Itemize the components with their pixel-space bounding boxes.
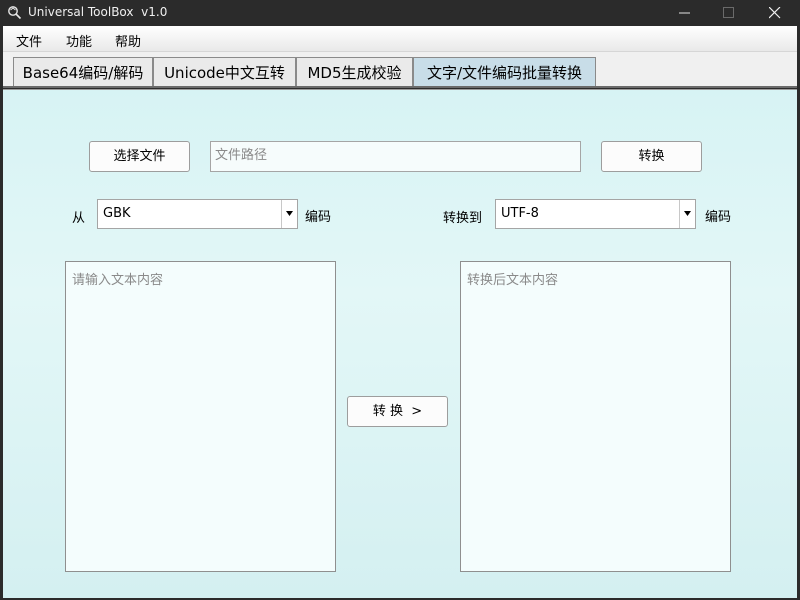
close-icon xyxy=(769,7,781,19)
tab-divider xyxy=(0,86,800,88)
menu-file[interactable]: 文件 xyxy=(16,31,42,50)
menu-function[interactable]: 功能 xyxy=(66,31,92,50)
source-encoding-select[interactable]: GBK xyxy=(97,199,298,229)
target-encoding-value: UTF-8 xyxy=(501,206,539,221)
title-bar[interactable]: Universal ToolBox v1.0 xyxy=(0,0,800,26)
input-text-area[interactable]: 请输入文本内容 xyxy=(65,261,336,572)
menu-help[interactable]: 帮助 xyxy=(115,31,141,50)
minimize-icon xyxy=(679,12,690,14)
from-label: 从 xyxy=(72,211,86,226)
minimize-button[interactable] xyxy=(662,0,708,26)
dropdown-arrow-icon xyxy=(281,200,297,228)
close-button[interactable] xyxy=(752,0,798,26)
tab-base64[interactable]: Base64编码/解码 xyxy=(13,57,153,87)
maximize-button[interactable] xyxy=(706,0,752,26)
file-path-field[interactable]: 文件路径 xyxy=(210,141,581,172)
to-label: 转换到 xyxy=(443,211,483,226)
convert-text-button[interactable]: 转 换 > xyxy=(347,396,448,427)
source-encoding-value: GBK xyxy=(103,206,131,221)
choose-file-button[interactable]: 选择文件 xyxy=(89,141,190,172)
tab-encoding-convert[interactable]: 文字/文件编码批量转换 xyxy=(413,57,596,87)
convert-file-button[interactable]: 转换 xyxy=(601,141,702,172)
menu-bar: 文件 功能 帮助 xyxy=(0,26,800,52)
tab-unicode[interactable]: Unicode中文互转 xyxy=(153,57,296,87)
tab-md5[interactable]: MD5生成校验 xyxy=(296,57,413,87)
magnifier-icon xyxy=(7,5,22,20)
output-text-area[interactable]: 转换后文本内容 xyxy=(460,261,731,572)
encoding-convert-panel: 选择文件 文件路径 转换 从 GBK 编码 转换到 UTF-8 编码 请输入文本… xyxy=(3,90,797,598)
maximize-icon xyxy=(723,7,734,18)
tab-bar: Base64编码/解码 Unicode中文互转 MD5生成校验 文字/文件编码批… xyxy=(0,52,800,88)
target-encoding-select[interactable]: UTF-8 xyxy=(495,199,696,229)
from-encoding-suffix: 编码 xyxy=(305,210,332,225)
dropdown-arrow-icon xyxy=(679,200,695,228)
window-title: Universal ToolBox v1.0 xyxy=(28,5,168,19)
to-encoding-suffix: 编码 xyxy=(705,210,732,225)
